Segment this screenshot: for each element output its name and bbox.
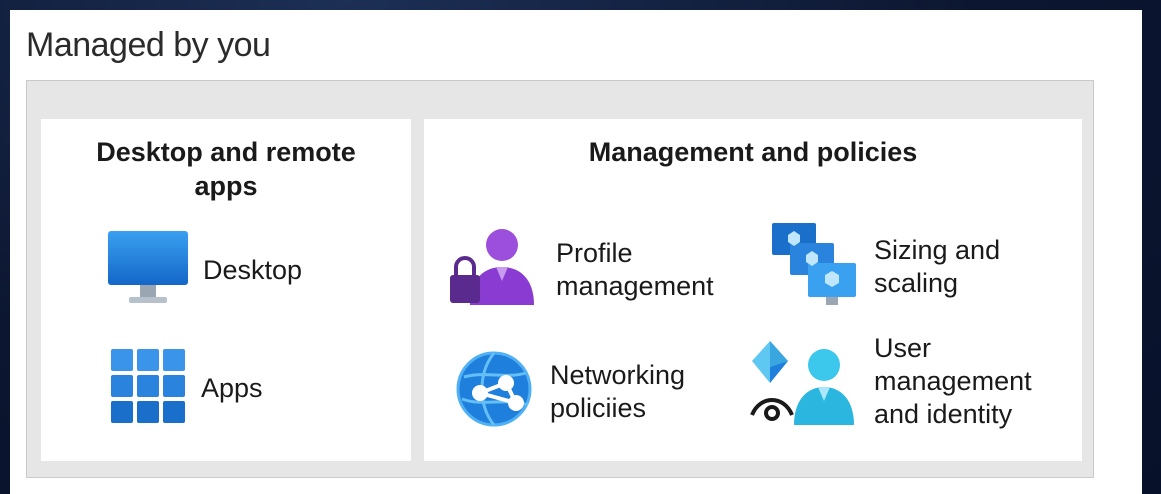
- profile-management-label-line2: management: [556, 270, 714, 301]
- profile-management-item: Profile management: [446, 227, 714, 312]
- sizing-scaling-label: Sizing and scaling: [874, 234, 1000, 300]
- profile-management-label-line1: Profile: [556, 237, 633, 268]
- sizing-scaling-item: Sizing and scaling: [770, 221, 1000, 312]
- managed-by-you-panel: Managed by you Desktop and remote apps D…: [10, 10, 1142, 494]
- management-policies-card: Management and policies Profile manageme…: [424, 119, 1082, 461]
- user-identity-label-line2: management: [874, 366, 1032, 396]
- network-globe-icon: [456, 349, 536, 434]
- sizing-scaling-label-line2: scaling: [874, 267, 959, 298]
- user-identity-label-line1: User: [874, 333, 932, 363]
- profile-lock-icon: [446, 227, 542, 312]
- management-policies-card-title: Management and policies: [588, 137, 918, 167]
- networking-policies-label-line2: policiies: [550, 392, 647, 423]
- user-identity-item: User management and identity: [750, 331, 1032, 432]
- profile-management-label: Profile management: [556, 237, 714, 303]
- panel-title: Managed by you: [26, 26, 271, 64]
- apps-item: Apps: [109, 347, 263, 430]
- sizing-scaling-label-line1: Sizing and: [874, 234, 1001, 265]
- networking-policies-label: Networking policiies: [550, 359, 685, 425]
- apps-grid-icon: [109, 347, 187, 430]
- responsibility-group: Desktop and remote apps Desktop Apps Man…: [26, 80, 1094, 478]
- desktop-item: Desktop: [107, 229, 302, 312]
- desktop-apps-card: Desktop and remote apps Desktop Apps: [41, 119, 411, 461]
- networking-policies-label-line1: Networking: [550, 359, 686, 390]
- desktop-apps-card-title: Desktop and remote apps: [96, 137, 356, 201]
- user-identity-icon: [750, 331, 860, 432]
- monitor-icon: [107, 229, 189, 312]
- user-identity-label: User management and identity: [874, 332, 1032, 431]
- networking-policies-item: Networking policiies: [456, 349, 685, 434]
- apps-label: Apps: [201, 373, 263, 403]
- desktop-label: Desktop: [203, 255, 303, 285]
- user-identity-label-line3: and identity: [874, 399, 1013, 429]
- scaling-monitors-icon: [770, 221, 860, 312]
